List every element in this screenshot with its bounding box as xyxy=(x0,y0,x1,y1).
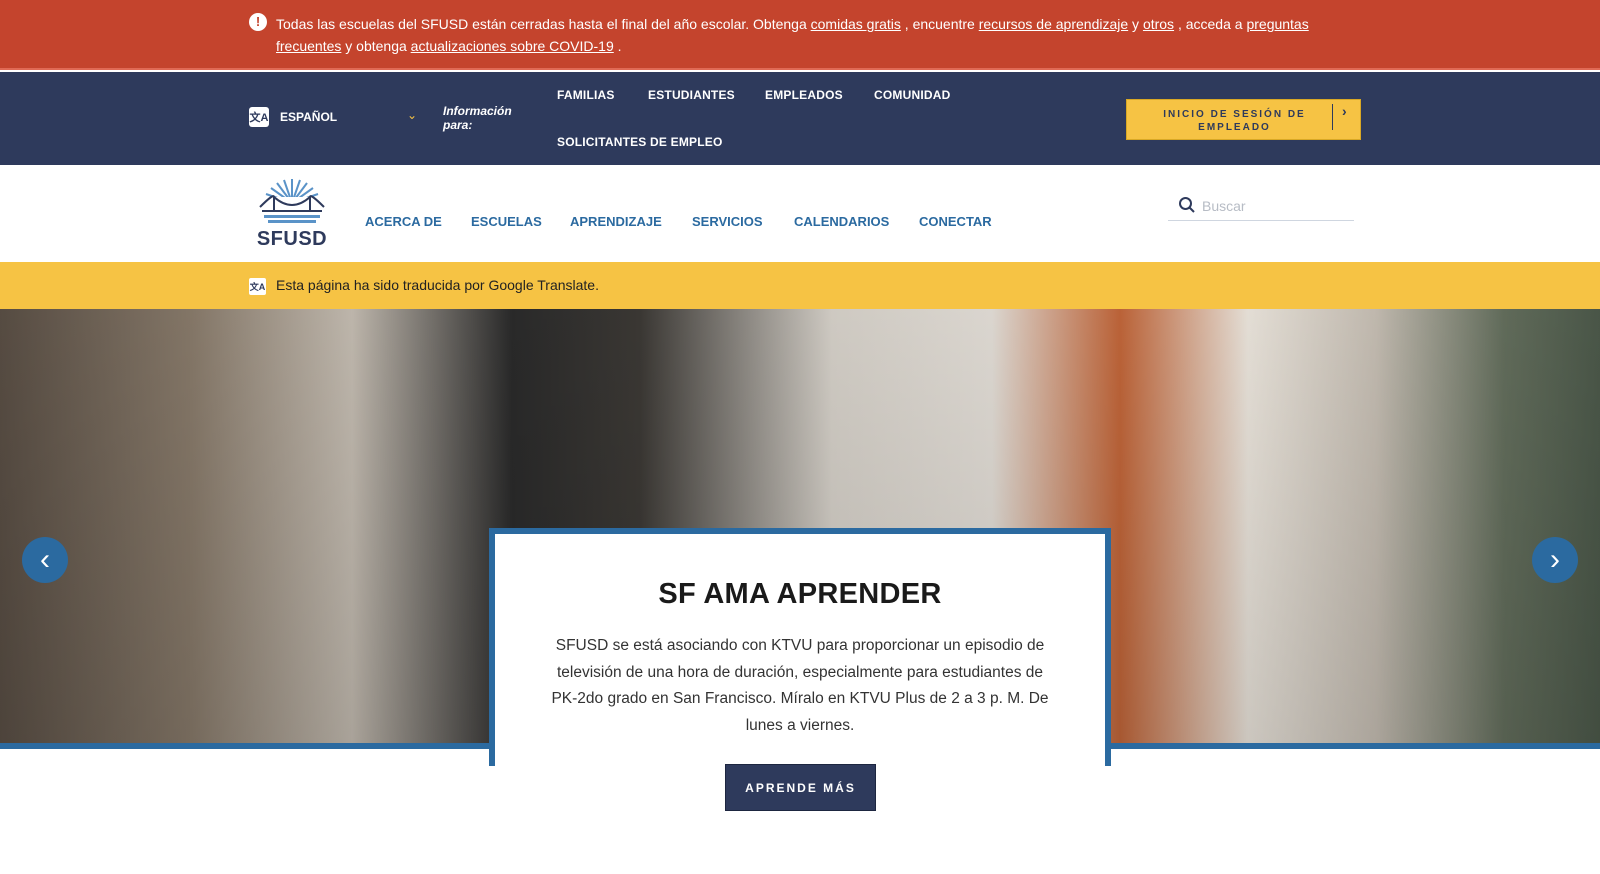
hero-card: SF AMA APRENDER SFUSD se está asociando … xyxy=(489,528,1111,766)
translate-icon: 文A xyxy=(249,107,269,127)
chevron-down-icon[interactable]: ⌄ xyxy=(407,108,417,122)
nav-acerca-de[interactable]: ACERCA DE xyxy=(365,214,442,229)
nav-servicios[interactable]: SERVICIOS xyxy=(692,214,763,229)
learning-resources-link[interactable]: recursos de aprendizaje xyxy=(979,16,1128,32)
alert-text-segment: , acceda a xyxy=(1174,16,1247,32)
covid-updates-link[interactable]: actualizaciones sobre COVID-19 xyxy=(411,38,614,54)
audience-link-empleados[interactable]: EMPLEADOS xyxy=(765,88,843,102)
alert-text-segment: y obtenga xyxy=(341,38,411,54)
learn-more-button[interactable]: APRENDE MÁS xyxy=(725,764,876,811)
audience-nav: 文A ESPAÑOL ⌄ Información para: FAMILIAS … xyxy=(0,72,1600,165)
sfusd-logo[interactable]: SFUSD xyxy=(256,177,328,251)
audience-link-solicitantes[interactable]: SOLICITANTES DE EMPLEO xyxy=(557,135,723,149)
language-label: ESPAÑOL xyxy=(280,110,338,124)
hero-description: SFUSD se está asociando con KTVU para pr… xyxy=(551,637,1049,734)
audience-link-comunidad[interactable]: COMUNIDAD xyxy=(874,88,950,102)
alert-text-segment: , encuentre xyxy=(900,16,979,32)
search-input[interactable] xyxy=(1202,195,1347,217)
employee-signin-button[interactable]: INICIO DE SESIÓN DE EMPLEADO › xyxy=(1126,99,1361,140)
nav-conectar[interactable]: CONECTAR xyxy=(919,214,992,229)
alert-text: Todas las escuelas del SFUSD están cerra… xyxy=(276,13,1376,57)
nav-escuelas[interactable]: ESCUELAS xyxy=(471,214,542,229)
signin-divider xyxy=(1332,104,1333,130)
bridge-logo-icon xyxy=(259,179,325,223)
signin-label: INICIO DE SESIÓN DE EMPLEADO xyxy=(1163,109,1306,133)
carousel-next-button[interactable]: › xyxy=(1532,537,1578,583)
chevron-right-icon: › xyxy=(1342,103,1347,119)
free-meals-link[interactable]: comidas gratis xyxy=(811,16,901,32)
alert-icon: ! xyxy=(249,13,267,31)
carousel-prev-button[interactable]: ‹ xyxy=(22,537,68,583)
language-selector[interactable]: 文A ESPAÑOL xyxy=(249,107,337,127)
translate-notice: Esta página ha sido traducida por Google… xyxy=(276,277,599,293)
search-box xyxy=(1168,193,1354,221)
logo-text: SFUSD xyxy=(256,228,328,250)
info-for-label: Información para: xyxy=(443,104,512,132)
translate-icon: 文A xyxy=(249,278,266,295)
nav-calendarios[interactable]: CALENDARIOS xyxy=(794,214,889,229)
main-header: SFUSD ACERCA DE ESCUELAS APRENDIZAJE SER… xyxy=(0,165,1600,262)
arrow-right-icon: › xyxy=(1550,543,1560,576)
alert-text-segment: Todas las escuelas del SFUSD están cerra… xyxy=(276,16,811,32)
search-icon[interactable] xyxy=(1178,196,1196,214)
alert-banner: ! Todas las escuelas del SFUSD están cer… xyxy=(0,0,1600,70)
translate-banner: 文A Esta página ha sido traducida por Goo… xyxy=(0,262,1600,309)
others-link[interactable]: otros xyxy=(1143,16,1174,32)
hero-title: SF AMA APRENDER xyxy=(658,578,942,610)
nav-aprendizaje[interactable]: APRENDIZAJE xyxy=(570,214,662,229)
audience-link-estudiantes[interactable]: ESTUDIANTES xyxy=(648,88,735,102)
alert-text-segment: . xyxy=(613,38,622,54)
arrow-left-icon: ‹ xyxy=(40,543,50,576)
alert-text-segment: y xyxy=(1128,16,1143,32)
audience-link-familias[interactable]: FAMILIAS xyxy=(557,88,615,102)
